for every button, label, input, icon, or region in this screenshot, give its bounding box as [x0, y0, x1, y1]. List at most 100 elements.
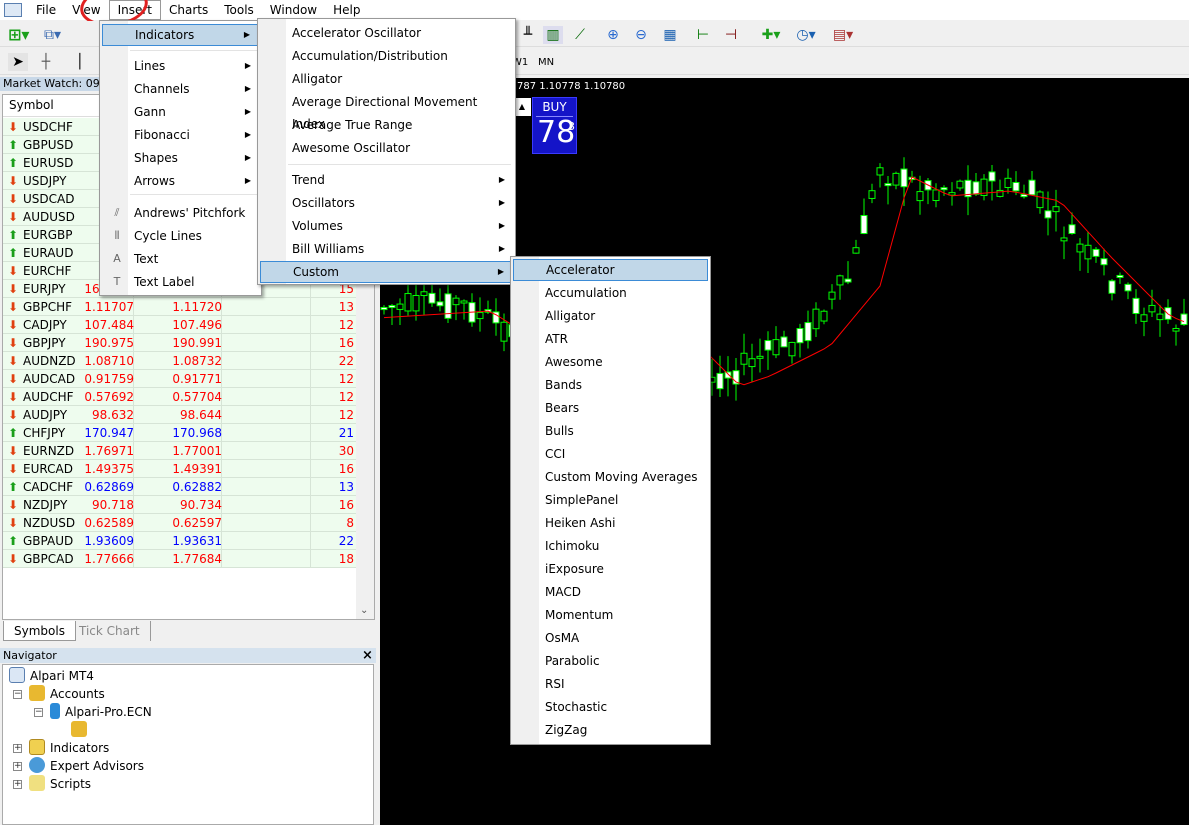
menu-tools[interactable]: Tools	[216, 0, 262, 20]
insert-menu-item-shapes[interactable]: Shapes ▶	[102, 147, 259, 169]
indicator-item[interactable]: Average True Range	[260, 114, 513, 136]
expand-icon[interactable]: +	[13, 780, 22, 789]
market-watch-row[interactable]: ⬇ GBPCAD 1.77666 1.77684 18	[3, 550, 356, 568]
collapse-icon[interactable]: −	[13, 690, 22, 699]
custom-indicator-item[interactable]: Momentum	[513, 604, 708, 626]
indicator-group-custom[interactable]: Custom ▶	[260, 261, 513, 283]
indicators-add-icon[interactable]: ✚▾	[758, 26, 784, 44]
indicator-group-volumes[interactable]: Volumes ▶	[260, 215, 513, 237]
insert-menu-item-lines[interactable]: Lines ▶	[102, 55, 259, 77]
custom-indicator-item[interactable]: Parabolic	[513, 650, 708, 672]
insert-menu-item-text-label[interactable]: T Text Label	[102, 271, 259, 293]
market-watch-row[interactable]: ⬆ CHFJPY 170.947 170.968 21	[3, 424, 356, 442]
custom-indicator-item[interactable]: ATR	[513, 328, 708, 350]
custom-indicator-item[interactable]: Awesome	[513, 351, 708, 373]
insert-menu-item-andrews-pitchfork[interactable]: ⫽ Andrews' Pitchfork	[102, 202, 259, 224]
custom-indicator-item[interactable]: Accelerator	[513, 259, 708, 281]
custom-indicator-item[interactable]: Bears	[513, 397, 708, 419]
custom-indicator-item[interactable]: Alligator	[513, 305, 708, 327]
menu-window[interactable]: Window	[262, 0, 325, 20]
new-chart-button[interactable]: ⊞▾	[8, 26, 36, 44]
market-watch-row[interactable]: ⬇ GBPJPY 190.975 190.991 16	[3, 334, 356, 352]
navigator-close-button[interactable]: ×	[362, 648, 373, 663]
indicator-group-oscillators[interactable]: Oscillators ▶	[260, 192, 513, 214]
custom-indicator-item[interactable]: Bulls	[513, 420, 708, 442]
indicator-item[interactable]: Awesome Oscillator	[260, 137, 513, 159]
custom-indicator-item[interactable]: Ichimoku	[513, 535, 708, 557]
market-watch-row[interactable]: ⬇ NZDJPY 90.718 90.734 16	[3, 496, 356, 514]
cursor-icon[interactable]: ➤	[8, 53, 28, 71]
tree-expert-advisors[interactable]: Expert Advisors	[29, 757, 144, 774]
tree-server[interactable]: Alpari-Pro.ECN	[50, 703, 152, 720]
chart-shift-icon[interactable]: ⊣	[721, 26, 741, 44]
market-watch-row[interactable]: ⬇ EURNZD 1.76971 1.77001 30	[3, 442, 356, 460]
collapse-icon[interactable]: −	[34, 708, 43, 717]
tree-scripts[interactable]: Scripts	[29, 775, 91, 792]
indicator-group-trend[interactable]: Trend ▶	[260, 169, 513, 191]
custom-indicator-item[interactable]: MACD	[513, 581, 708, 603]
tree-root[interactable]: Alpari MT4	[9, 667, 94, 684]
expand-icon[interactable]: +	[13, 762, 22, 771]
custom-indicator-item[interactable]: OsMA	[513, 627, 708, 649]
insert-menu-item-fibonacci[interactable]: Fibonacci ▶	[102, 124, 259, 146]
crosshair-icon[interactable]: ┼	[36, 53, 56, 71]
insert-menu-item-cycle-lines[interactable]: ⦀ Cycle Lines	[102, 225, 259, 247]
custom-indicator-item[interactable]: iExposure	[513, 558, 708, 580]
bid: 0.62869	[84, 480, 134, 494]
indicator-item[interactable]: Average Directional Movement Index	[260, 91, 513, 131]
market-watch-row[interactable]: ⬇ GBPCHF 1.11707 1.11720 13	[3, 298, 356, 316]
custom-indicator-item[interactable]: RSI	[513, 673, 708, 695]
bar-chart-icon[interactable]: ╨	[518, 26, 538, 44]
custom-indicator-item[interactable]: Custom Moving Averages	[513, 466, 708, 488]
tile-windows-icon[interactable]: ▦	[660, 26, 680, 44]
insert-menu-item-arrows[interactable]: Arrows ▶	[102, 170, 259, 192]
custom-indicator-item[interactable]: Stochastic	[513, 696, 708, 718]
market-watch-row[interactable]: ⬇ EURCAD 1.49375 1.49391 16	[3, 460, 356, 478]
zoom-in-icon[interactable]: ⊕	[603, 26, 623, 44]
profiles-button[interactable]: ⧉▾	[44, 26, 72, 44]
column-header-symbol[interactable]: Symbol	[9, 98, 54, 112]
indicator-item[interactable]: Accelerator Oscillator	[260, 22, 513, 44]
insert-menu-item-text[interactable]: A Text	[102, 248, 259, 270]
custom-indicator-item[interactable]: Heiken Ashi	[513, 512, 708, 534]
market-watch-row[interactable]: ⬇ CADJPY 107.484 107.496 12	[3, 316, 356, 334]
tab-symbols[interactable]: Symbols	[3, 621, 76, 641]
market-watch-row[interactable]: ⬇ AUDJPY 98.632 98.644 12	[3, 406, 356, 424]
tree-accounts[interactable]: Accounts	[29, 685, 105, 702]
tree-indicators[interactable]: Indicators	[29, 739, 109, 756]
custom-indicator-item[interactable]: SimplePanel	[513, 489, 708, 511]
insert-menu-item-gann[interactable]: Gann ▶	[102, 101, 259, 123]
custom-indicator-item[interactable]: Accumulation	[513, 282, 708, 304]
indicator-item[interactable]: Alligator	[260, 68, 513, 90]
insert-menu-item-indicators[interactable]: Indicators ▶	[102, 24, 259, 46]
period-mn[interactable]: MN	[538, 57, 554, 68]
menu-help[interactable]: Help	[325, 0, 368, 20]
market-watch-row[interactable]: ⬇ AUDCHF 0.57692 0.57704 12	[3, 388, 356, 406]
one-click-buy-button[interactable]: BUY 78 3	[532, 97, 577, 154]
custom-indicator-item[interactable]: ZigZag	[513, 719, 708, 741]
market-watch-row[interactable]: ⬆ CADCHF 0.62869 0.62882 13	[3, 478, 356, 496]
market-watch-row[interactable]: ⬇ NZDUSD 0.62589 0.62597 8	[3, 514, 356, 532]
custom-indicator-item[interactable]: CCI	[513, 443, 708, 465]
market-watch-row[interactable]: ⬇ AUDCAD 0.91759 0.91771 12	[3, 370, 356, 388]
market-watch-row[interactable]: ⬆ GBPAUD 1.93609 1.93631 22	[3, 532, 356, 550]
indicator-group-bill-williams[interactable]: Bill Williams ▶	[260, 238, 513, 260]
zoom-out-icon[interactable]: ⊖	[631, 26, 651, 44]
vertical-line-icon[interactable]: │	[70, 53, 90, 71]
submenu-arrow-icon: ▶	[244, 176, 251, 185]
tree-account-user[interactable]	[71, 721, 92, 738]
candlestick-chart-icon[interactable]: ▥	[543, 26, 563, 44]
periods-clock-icon[interactable]: ◷▾	[793, 26, 819, 44]
menu-file[interactable]: File	[28, 0, 64, 20]
auto-scroll-icon[interactable]: ⊢	[693, 26, 713, 44]
templates-icon[interactable]: ▤▾	[830, 26, 856, 44]
tab-tick-chart[interactable]: Tick Chart	[69, 621, 151, 641]
custom-indicator-item[interactable]: Bands	[513, 374, 708, 396]
scroll-down-icon[interactable]: ⌄	[360, 605, 368, 616]
line-chart-icon[interactable]: ⟋	[570, 26, 590, 44]
insert-menu-item-channels[interactable]: Channels ▶	[102, 78, 259, 100]
market-watch-row[interactable]: ⬇ AUDNZD 1.08710 1.08732 22	[3, 352, 356, 370]
menu-charts[interactable]: Charts	[161, 0, 216, 20]
indicator-item[interactable]: Accumulation/Distribution	[260, 45, 513, 67]
expand-icon[interactable]: +	[13, 744, 22, 753]
